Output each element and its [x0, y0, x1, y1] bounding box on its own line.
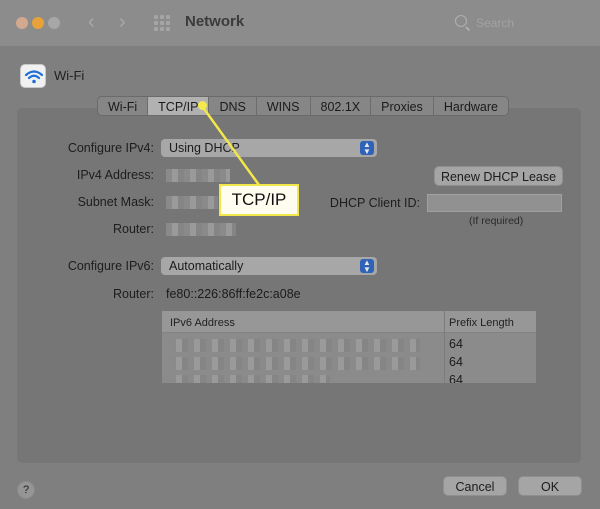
settings-panel — [17, 108, 581, 463]
ipv6-router-value: fe80::226:86ff:fe2c:a08e — [166, 287, 301, 301]
ipv4-address-label: IPv4 Address: — [76, 168, 154, 182]
chevron-left-icon[interactable]: ‹ — [88, 12, 95, 32]
configure-ipv6-label: Configure IPv6: — [67, 259, 154, 273]
prefix-length-cell: 64 — [449, 373, 463, 383]
ipv4-router-value-redacted — [166, 223, 236, 236]
ipv6-router-label: Router: — [113, 287, 154, 301]
ok-button[interactable]: OK — [518, 476, 582, 496]
close-window-button[interactable] — [16, 17, 28, 29]
ipv4-address-value-redacted — [166, 169, 230, 182]
tab-proxies[interactable]: Proxies — [371, 97, 434, 115]
window-title: Network — [185, 13, 245, 30]
wifi-icon — [20, 64, 46, 88]
tab-dns[interactable]: DNS — [209, 97, 257, 115]
zoom-window-button[interactable] — [48, 17, 60, 29]
chevron-right-icon[interactable]: › — [119, 12, 126, 32]
callout-anchor-dot — [198, 101, 207, 110]
column-header-ipv6-address[interactable]: IPv6 Address — [170, 317, 235, 329]
interface-name: Wi-Fi — [54, 68, 85, 83]
subnet-mask-value-redacted — [166, 196, 218, 209]
help-button[interactable]: ? — [17, 481, 35, 499]
tab-bar: Wi-Fi TCP/IP DNS WINS 802.1X Proxies Har… — [97, 96, 509, 116]
search-icon — [455, 15, 467, 27]
popup-arrows-icon: ▲ ▼ — [360, 259, 374, 274]
renew-dhcp-lease-button[interactable]: Renew DHCP Lease — [434, 166, 563, 186]
ipv4-router-label: Router: — [113, 222, 154, 236]
table-header: IPv6 Address Prefix Length — [162, 311, 536, 333]
dhcp-client-id-field[interactable] — [427, 194, 562, 212]
tab-wifi[interactable]: Wi-Fi — [98, 97, 149, 115]
ipv6-address-redacted — [170, 339, 420, 352]
column-divider — [444, 311, 445, 383]
column-header-prefix-length[interactable]: Prefix Length — [449, 317, 514, 329]
tab-wins[interactable]: WINS — [257, 97, 311, 115]
subnet-mask-label: Subnet Mask: — [77, 195, 154, 209]
configure-ipv4-label: Configure IPv4: — [67, 141, 154, 155]
title-bar: ‹ › Network Search — [0, 0, 600, 46]
tab-8021x[interactable]: 802.1X — [311, 97, 372, 115]
ipv6-address-redacted — [170, 357, 420, 370]
configure-ipv6-value: Automatically — [169, 259, 244, 273]
tcp-ip-callout: TCP/IP — [219, 184, 299, 216]
ipv6-address-redacted — [170, 375, 330, 383]
configure-ipv6-popup[interactable]: Automatically ▲ ▼ — [161, 257, 377, 275]
prefix-length-cell: 64 — [449, 337, 463, 351]
popup-arrows-icon: ▲ ▼ — [360, 141, 374, 156]
tab-hardware[interactable]: Hardware — [434, 97, 508, 115]
search-placeholder: Search — [476, 16, 515, 30]
prefix-length-cell: 64 — [449, 355, 463, 369]
minimize-window-button[interactable] — [32, 17, 44, 29]
cancel-button[interactable]: Cancel — [443, 476, 507, 496]
dhcp-client-id-note: (If required) — [469, 215, 524, 227]
dhcp-client-id-label: DHCP Client ID: — [329, 196, 420, 210]
configure-ipv4-popup[interactable]: Using DHCP ▲ ▼ — [161, 139, 377, 157]
ipv6-address-table[interactable]: IPv6 Address Prefix Length 64 64 64 — [162, 311, 536, 383]
search-field[interactable]: Search — [447, 11, 587, 35]
configure-ipv4-value: Using DHCP — [169, 141, 240, 155]
show-all-grid-icon[interactable] — [154, 15, 170, 31]
